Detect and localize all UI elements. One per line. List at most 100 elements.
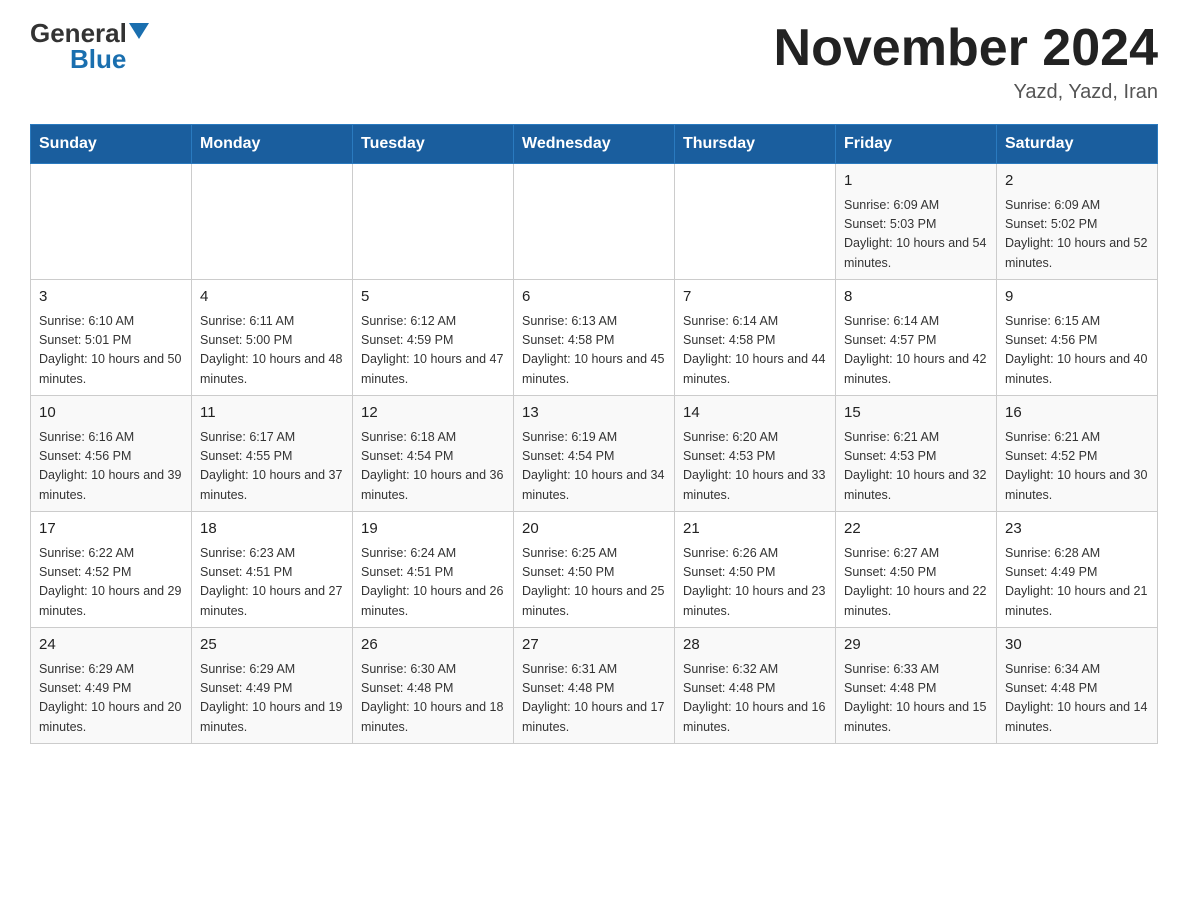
calendar-cell: [353, 164, 514, 280]
day-number: 10: [39, 402, 183, 425]
day-info: Sunrise: 6:21 AMSunset: 4:52 PMDaylight:…: [1005, 428, 1149, 506]
week-row-3: 10 Sunrise: 6:16 AMSunset: 4:56 PMDayligh…: [31, 396, 1158, 512]
page-header: General Blue November 2024 Yazd, Yazd, I…: [30, 20, 1158, 104]
day-info: Sunrise: 6:21 AMSunset: 4:53 PMDaylight:…: [844, 428, 988, 506]
day-number: 1: [844, 170, 988, 193]
day-info: Sunrise: 6:24 AMSunset: 4:51 PMDaylight:…: [361, 544, 505, 622]
weekday-header-sunday: Sunday: [31, 125, 192, 164]
day-number: 9: [1005, 286, 1149, 309]
calendar-cell: 23 Sunrise: 6:28 AMSunset: 4:49 PMDayligh…: [997, 512, 1158, 628]
day-info: Sunrise: 6:13 AMSunset: 4:58 PMDaylight:…: [522, 312, 666, 390]
day-info: Sunrise: 6:14 AMSunset: 4:58 PMDaylight:…: [683, 312, 827, 390]
calendar-cell: 15Sunrise: 6:21 AMSunset: 4:53 PMDayligh…: [836, 396, 997, 512]
day-number: 8: [844, 286, 988, 309]
day-number: 19: [361, 518, 505, 541]
calendar-cell: 14Sunrise: 6:20 AMSunset: 4:53 PMDayligh…: [675, 396, 836, 512]
calendar-cell: [675, 164, 836, 280]
day-number: 25: [200, 634, 344, 657]
calendar-cell: [31, 164, 192, 280]
weekday-header-tuesday: Tuesday: [353, 125, 514, 164]
calendar-cell: 11 Sunrise: 6:17 AMSunset: 4:55 PMDayligh…: [192, 396, 353, 512]
day-number: 30: [1005, 634, 1149, 657]
logo: General Blue: [30, 20, 149, 72]
calendar-cell: [192, 164, 353, 280]
weekday-header-saturday: Saturday: [997, 125, 1158, 164]
calendar-cell: 2Sunrise: 6:09 AMSunset: 5:02 PMDaylight…: [997, 164, 1158, 280]
day-info: Sunrise: 6:10 AMSunset: 5:01 PMDaylight:…: [39, 312, 183, 390]
day-info: Sunrise: 6:33 AMSunset: 4:48 PMDaylight:…: [844, 660, 988, 738]
day-number: 18: [200, 518, 344, 541]
day-info: Sunrise: 6:28 AMSunset: 4:49 PMDaylight:…: [1005, 544, 1149, 622]
day-number: 23: [1005, 518, 1149, 541]
day-number: 29: [844, 634, 988, 657]
week-row-1: 1Sunrise: 6:09 AMSunset: 5:03 PMDaylight…: [31, 164, 1158, 280]
calendar-cell: 12Sunrise: 6:18 AMSunset: 4:54 PMDayligh…: [353, 396, 514, 512]
calendar-cell: 9 Sunrise: 6:15 AMSunset: 4:56 PMDaylight…: [997, 280, 1158, 396]
day-info: Sunrise: 6:29 AMSunset: 4:49 PMDaylight:…: [200, 660, 344, 738]
day-info: Sunrise: 6:09 AMSunset: 5:02 PMDaylight:…: [1005, 196, 1149, 274]
calendar-cell: 3 Sunrise: 6:10 AMSunset: 5:01 PMDaylight…: [31, 280, 192, 396]
day-info: Sunrise: 6:12 AMSunset: 4:59 PMDaylight:…: [361, 312, 505, 390]
day-number: 20: [522, 518, 666, 541]
day-info: Sunrise: 6:25 AMSunset: 4:50 PMDaylight:…: [522, 544, 666, 622]
calendar-cell: 6 Sunrise: 6:13 AMSunset: 4:58 PMDaylight…: [514, 280, 675, 396]
day-info: Sunrise: 6:15 AMSunset: 4:56 PMDaylight:…: [1005, 312, 1149, 390]
day-info: Sunrise: 6:27 AMSunset: 4:50 PMDaylight:…: [844, 544, 988, 622]
day-number: 22: [844, 518, 988, 541]
calendar-cell: 1Sunrise: 6:09 AMSunset: 5:03 PMDaylight…: [836, 164, 997, 280]
logo-triangle-icon: [129, 23, 149, 39]
calendar-cell: 18 Sunrise: 6:23 AMSunset: 4:51 PMDayligh…: [192, 512, 353, 628]
day-number: 13: [522, 402, 666, 425]
week-row-2: 3 Sunrise: 6:10 AMSunset: 5:01 PMDaylight…: [31, 280, 1158, 396]
day-number: 28: [683, 634, 827, 657]
day-info: Sunrise: 6:11 AMSunset: 5:00 PMDaylight:…: [200, 312, 344, 390]
day-info: Sunrise: 6:29 AMSunset: 4:49 PMDaylight:…: [39, 660, 183, 738]
calendar-cell: 7Sunrise: 6:14 AMSunset: 4:58 PMDaylight…: [675, 280, 836, 396]
calendar-cell: 8 Sunrise: 6:14 AMSunset: 4:57 PMDaylight…: [836, 280, 997, 396]
calendar-cell: 4 Sunrise: 6:11 AMSunset: 5:00 PMDaylight…: [192, 280, 353, 396]
day-info: Sunrise: 6:31 AMSunset: 4:48 PMDaylight:…: [522, 660, 666, 738]
calendar-cell: [514, 164, 675, 280]
day-info: Sunrise: 6:32 AMSunset: 4:48 PMDaylight:…: [683, 660, 827, 738]
day-info: Sunrise: 6:30 AMSunset: 4:48 PMDaylight:…: [361, 660, 505, 738]
day-number: 26: [361, 634, 505, 657]
day-number: 17: [39, 518, 183, 541]
day-info: Sunrise: 6:34 AMSunset: 4:48 PMDaylight:…: [1005, 660, 1149, 738]
calendar-cell: 25 Sunrise: 6:29 AMSunset: 4:49 PMDayligh…: [192, 628, 353, 744]
day-info: Sunrise: 6:23 AMSunset: 4:51 PMDaylight:…: [200, 544, 344, 622]
day-number: 27: [522, 634, 666, 657]
calendar-cell: 10 Sunrise: 6:16 AMSunset: 4:56 PMDayligh…: [31, 396, 192, 512]
logo-general-text: General: [30, 20, 127, 46]
calendar-cell: 24 Sunrise: 6:29 AMSunset: 4:49 PMDayligh…: [31, 628, 192, 744]
calendar-cell: 13 Sunrise: 6:19 AMSunset: 4:54 PMDayligh…: [514, 396, 675, 512]
calendar-cell: 26 Sunrise: 6:30 AMSunset: 4:48 PMDayligh…: [353, 628, 514, 744]
day-info: Sunrise: 6:19 AMSunset: 4:54 PMDaylight:…: [522, 428, 666, 506]
calendar-cell: 16 Sunrise: 6:21 AMSunset: 4:52 PMDayligh…: [997, 396, 1158, 512]
calendar-cell: 28 Sunrise: 6:32 AMSunset: 4:48 PMDayligh…: [675, 628, 836, 744]
day-number: 24: [39, 634, 183, 657]
day-number: 16: [1005, 402, 1149, 425]
calendar-cell: 20 Sunrise: 6:25 AMSunset: 4:50 PMDayligh…: [514, 512, 675, 628]
week-row-5: 24 Sunrise: 6:29 AMSunset: 4:49 PMDayligh…: [31, 628, 1158, 744]
day-number: 4: [200, 286, 344, 309]
day-number: 3: [39, 286, 183, 309]
day-info: Sunrise: 6:16 AMSunset: 4:56 PMDaylight:…: [39, 428, 183, 506]
day-info: Sunrise: 6:14 AMSunset: 4:57 PMDaylight:…: [844, 312, 988, 390]
location-subtitle: Yazd, Yazd, Iran: [774, 81, 1158, 104]
calendar-cell: 19 Sunrise: 6:24 AMSunset: 4:51 PMDayligh…: [353, 512, 514, 628]
calendar-cell: 22 Sunrise: 6:27 AMSunset: 4:50 PMDayligh…: [836, 512, 997, 628]
weekday-header-thursday: Thursday: [675, 125, 836, 164]
logo-blue-text: Blue: [70, 46, 126, 72]
day-number: 5: [361, 286, 505, 309]
day-info: Sunrise: 6:17 AMSunset: 4:55 PMDaylight:…: [200, 428, 344, 506]
calendar-cell: 17Sunrise: 6:22 AMSunset: 4:52 PMDayligh…: [31, 512, 192, 628]
day-number: 11: [200, 402, 344, 425]
calendar-title: November 2024: [774, 20, 1158, 77]
weekday-header-wednesday: Wednesday: [514, 125, 675, 164]
week-row-4: 17Sunrise: 6:22 AMSunset: 4:52 PMDayligh…: [31, 512, 1158, 628]
day-number: 14: [683, 402, 827, 425]
weekday-header-monday: Monday: [192, 125, 353, 164]
weekday-header-row: SundayMondayTuesdayWednesdayThursdayFrid…: [31, 125, 1158, 164]
day-number: 6: [522, 286, 666, 309]
calendar-cell: 30 Sunrise: 6:34 AMSunset: 4:48 PMDayligh…: [997, 628, 1158, 744]
